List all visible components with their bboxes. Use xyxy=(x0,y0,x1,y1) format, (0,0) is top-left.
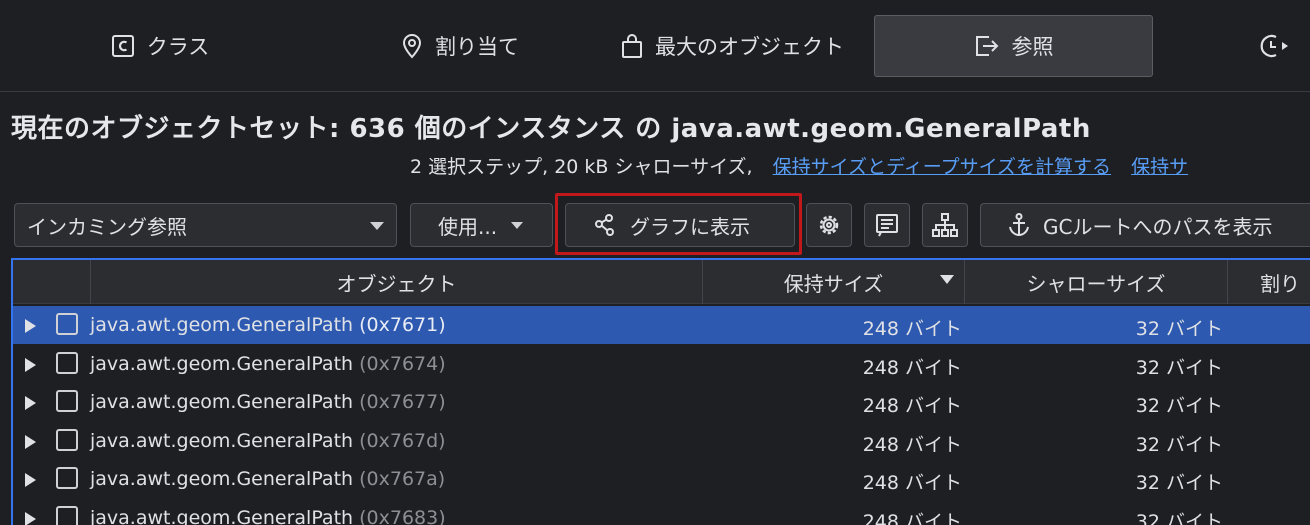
clock-arrow-icon xyxy=(1260,34,1288,58)
shallow-size-cell: 32 バイト xyxy=(1135,472,1223,494)
expand-arrow-icon[interactable] xyxy=(25,434,36,449)
row-checkbox[interactable] xyxy=(56,505,78,525)
expand-arrow-icon[interactable] xyxy=(25,511,36,525)
chevron-down-icon xyxy=(370,222,384,230)
row-checkbox[interactable] xyxy=(56,390,78,412)
table-header: オブジェクト 保持サイズ シャローサイズ 割り xyxy=(13,260,1310,304)
column-header-expand xyxy=(13,260,90,304)
retained-size-cell: 248 バイト xyxy=(862,318,962,340)
location-pin-icon xyxy=(402,34,422,59)
object-set-summary: 2 選択ステップ, 20 kB シャローサイズ, 保持サイズとディープサイズを計… xyxy=(410,152,1188,179)
tab-label: クラス xyxy=(146,35,210,59)
anchor-icon xyxy=(1009,213,1029,237)
table-row[interactable]: java.awt.geom.GeneralPath (0x7674) 248 バ… xyxy=(13,345,1310,383)
hierarchy-icon xyxy=(932,213,958,237)
shallow-size-cell: 32 バイト xyxy=(1135,433,1223,456)
table-row[interactable]: java.awt.geom.GeneralPath (0x767d) 248 バ… xyxy=(13,422,1310,460)
tab-classes[interactable]: クラス xyxy=(60,15,260,77)
column-header-shallow-size[interactable]: シャローサイズ xyxy=(964,260,1227,304)
retained-size-cell: 248 バイト xyxy=(862,510,962,525)
message-lines-icon xyxy=(876,214,898,237)
shallow-size-cell: 32 バイト xyxy=(1135,356,1223,379)
references-table: オブジェクト 保持サイズ シャローサイズ 割り java.awt.geom.Ge… xyxy=(11,258,1310,525)
expand-arrow-icon[interactable] xyxy=(25,396,36,410)
class-icon xyxy=(111,35,134,57)
object-name: java.awt.geom.GeneralPath (0x7671) xyxy=(90,314,446,336)
column-header-allocation[interactable]: 割り xyxy=(1227,260,1310,304)
reference-type-select[interactable]: インカミング参照 xyxy=(14,203,397,247)
tab-biggest-objects[interactable]: 最大のオブジェクト xyxy=(600,15,865,77)
retained-size-cell: 248 バイト xyxy=(862,433,962,456)
usage-dropdown-button[interactable]: 使用... xyxy=(410,203,553,247)
object-name: java.awt.geom.GeneralPath (0x7677) xyxy=(90,391,446,413)
table-row[interactable]: java.awt.geom.GeneralPath (0x7683) 248 バ… xyxy=(13,499,1310,525)
shallow-size-cell: 32 バイト xyxy=(1135,510,1223,525)
object-name: java.awt.geom.GeneralPath (0x767d) xyxy=(90,429,446,452)
compute-retained-size-link[interactable]: 保持サイズとディープサイズを計算する xyxy=(773,156,1111,178)
table-row[interactable]: java.awt.geom.GeneralPath (0x7671) 248 バ… xyxy=(13,306,1310,344)
tab-label: 割り当て xyxy=(435,35,519,59)
shallow-size-cell: 32 バイト xyxy=(1135,318,1223,340)
tree-view-button[interactable] xyxy=(922,203,968,247)
chevron-down-icon xyxy=(511,222,523,229)
expand-arrow-icon[interactable] xyxy=(25,473,36,487)
row-checkbox[interactable] xyxy=(56,428,78,451)
row-checkbox[interactable] xyxy=(56,467,78,489)
summary-text: 2 選択ステップ, 20 kB シャローサイズ, xyxy=(410,156,753,178)
view-tab-bar: クラス 割り当て 最大のオブジェクト 参照 xyxy=(0,0,1310,92)
column-header-retained-size[interactable]: 保持サイズ xyxy=(702,260,964,304)
highlight-box xyxy=(555,193,802,255)
retained-size-cell: 248 バイト xyxy=(862,395,962,417)
object-name: java.awt.geom.GeneralPath (0x7683) xyxy=(90,506,446,525)
select-value: インカミング参照 xyxy=(27,214,187,239)
shallow-size-cell: 32 バイト xyxy=(1135,395,1223,417)
expand-arrow-icon[interactable] xyxy=(25,319,36,333)
row-checkbox[interactable] xyxy=(56,313,78,335)
tab-label: 参照 xyxy=(1011,35,1054,59)
row-checkbox[interactable] xyxy=(56,351,78,374)
table-row[interactable]: java.awt.geom.GeneralPath (0x767a) 248 バ… xyxy=(13,460,1310,498)
column-header-object[interactable]: オブジェクト xyxy=(90,260,702,304)
object-name: java.awt.geom.GeneralPath (0x7674) xyxy=(90,352,446,375)
button-label: GCルートへのパスを表示 xyxy=(1043,214,1273,239)
settings-button[interactable] xyxy=(806,203,852,247)
tab-references[interactable]: 参照 xyxy=(874,15,1153,77)
tab-label: 最大のオブジェクト xyxy=(655,35,844,59)
tab-allocations[interactable]: 割り当て xyxy=(340,15,580,77)
shopping-bag-icon xyxy=(622,34,642,58)
details-panel-button[interactable] xyxy=(864,203,910,247)
expand-arrow-icon[interactable] xyxy=(25,357,36,372)
show-path-to-gc-roots-button[interactable]: GCルートへのパスを表示 xyxy=(980,203,1310,247)
retained-size-link-truncated[interactable]: 保持サ xyxy=(1131,156,1188,178)
object-name: java.awt.geom.GeneralPath (0x767a) xyxy=(90,468,446,490)
gear-icon xyxy=(819,215,839,235)
retained-size-cell: 248 バイト xyxy=(862,472,962,494)
tab-more[interactable] xyxy=(1258,15,1310,77)
sort-descending-icon xyxy=(940,275,954,284)
table-row[interactable]: java.awt.geom.GeneralPath (0x7677) 248 バ… xyxy=(13,383,1310,421)
page-title: 現在のオブジェクトセット: 636 個のインスタンス の java.awt.ge… xyxy=(11,114,1091,144)
retained-size-cell: 248 バイト xyxy=(862,356,962,379)
export-arrow-icon xyxy=(975,36,998,56)
button-label: 使用... xyxy=(438,214,498,239)
